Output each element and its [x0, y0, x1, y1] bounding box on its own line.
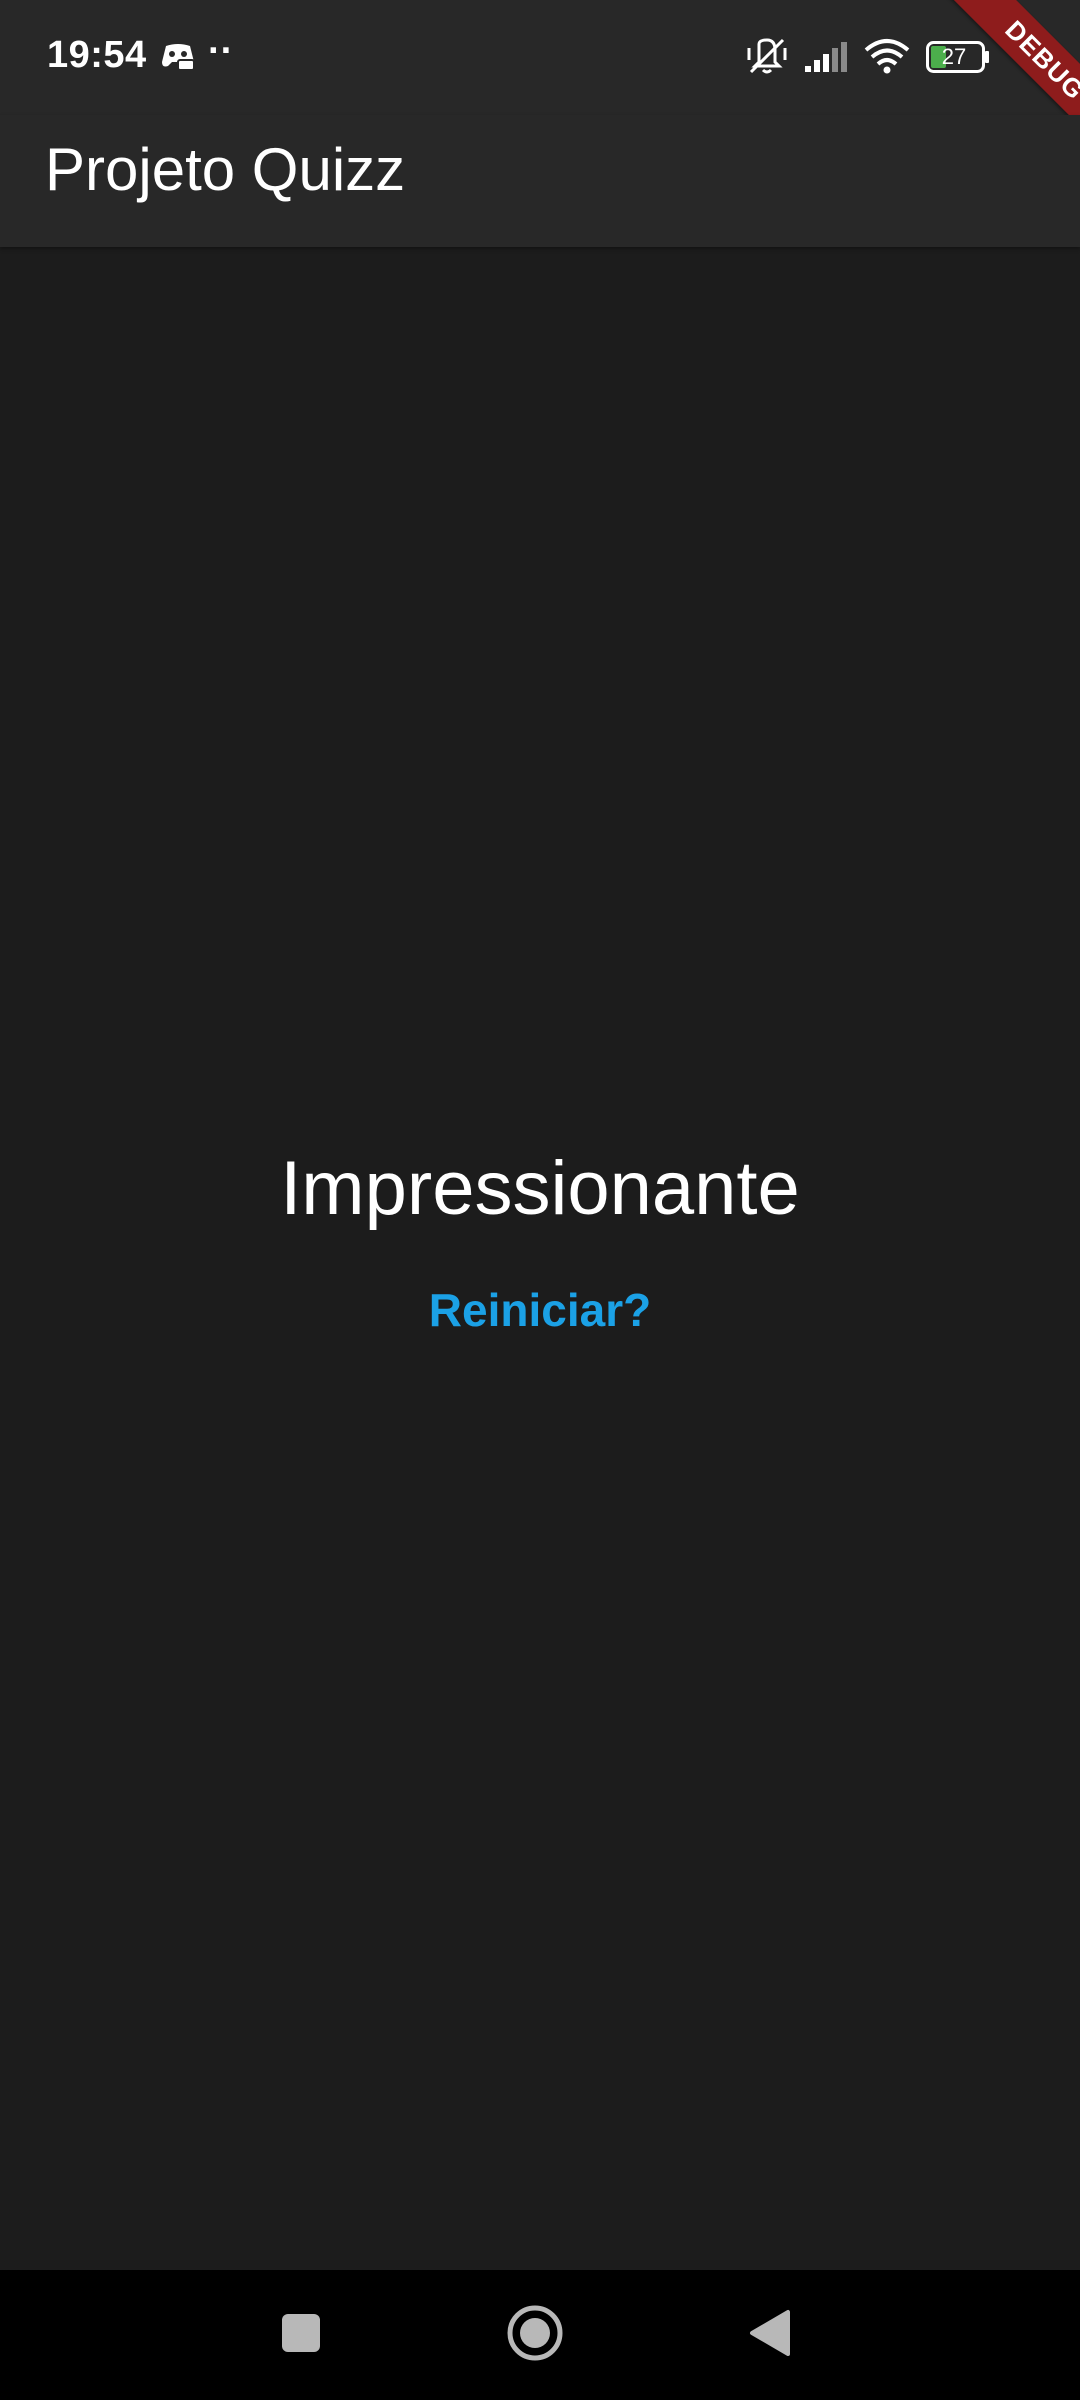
- app-title: Projeto Quizz: [45, 136, 406, 203]
- status-time: 19:54: [47, 34, 147, 76]
- signal-icon: [805, 42, 847, 72]
- wifi-icon: [864, 39, 910, 74]
- restart-button[interactable]: Reiniciar?: [380, 1270, 700, 1350]
- back-triangle-icon[interactable]: [748, 2308, 792, 2358]
- navigation-bar: [0, 2270, 1080, 2400]
- vibrate-off-icon: [747, 38, 787, 74]
- status-bar: 19:54 ·· 27: [0, 0, 1080, 115]
- battery-level: 27: [941, 44, 967, 69]
- app-screen: 19:54 ·· 27 DEBUG Projeto Quizz Impressi…: [0, 0, 1080, 2400]
- result-text: Impressionante: [280, 1146, 800, 1231]
- notification-dots: ··: [208, 30, 234, 72]
- battery-icon: 27: [926, 41, 990, 73]
- home-circle-icon[interactable]: [506, 2304, 564, 2362]
- game-controller-icon: [162, 44, 195, 71]
- recents-square-icon[interactable]: [280, 2312, 322, 2354]
- app-bar: Projeto Quizz: [0, 115, 1080, 247]
